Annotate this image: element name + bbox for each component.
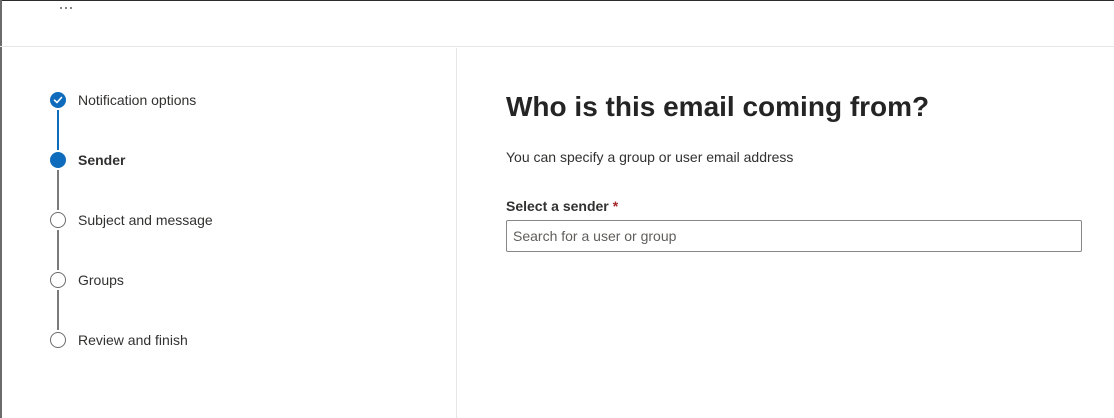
more-horizontal-icon-dot [65,7,67,9]
checkmark-circle-icon [50,92,66,108]
step-label: Review and finish [78,332,188,348]
step-groups[interactable]: Groups [50,272,430,294]
step-label: Subject and message [78,212,213,228]
step-review-and-finish[interactable]: Review and finish [50,332,430,354]
step-notification-options[interactable]: Notification options [50,92,430,114]
step-label: Groups [78,272,124,288]
sender-field-label: Select a sender * [506,197,618,215]
sender-search-input[interactable] [506,220,1082,252]
more-options-button[interactable] [56,0,76,18]
page-title: Who is this email coming from? [506,91,930,122]
more-horizontal-icon-dot [70,7,72,9]
sender-field-label-text: Select a sender [506,198,609,214]
top-bar [0,0,1114,47]
empty-circle-icon [50,212,66,228]
step-label: Sender [78,152,126,168]
more-horizontal-icon [60,7,62,9]
step-subject-and-message[interactable]: Subject and message [50,212,430,234]
empty-circle-icon [50,332,66,348]
step-connector [57,110,59,150]
wizard-steps-panel: Notification options Sender Subject and … [0,48,457,418]
current-step-icon [50,152,66,168]
step-label: Notification options [78,92,197,108]
step-sender[interactable]: Sender [50,152,430,174]
page-description: You can specify a group or user email ad… [506,149,794,165]
step-connector [57,290,59,330]
step-connector [57,170,59,210]
empty-circle-icon [50,272,66,288]
step-connector [57,230,59,270]
required-marker: * [612,198,619,214]
